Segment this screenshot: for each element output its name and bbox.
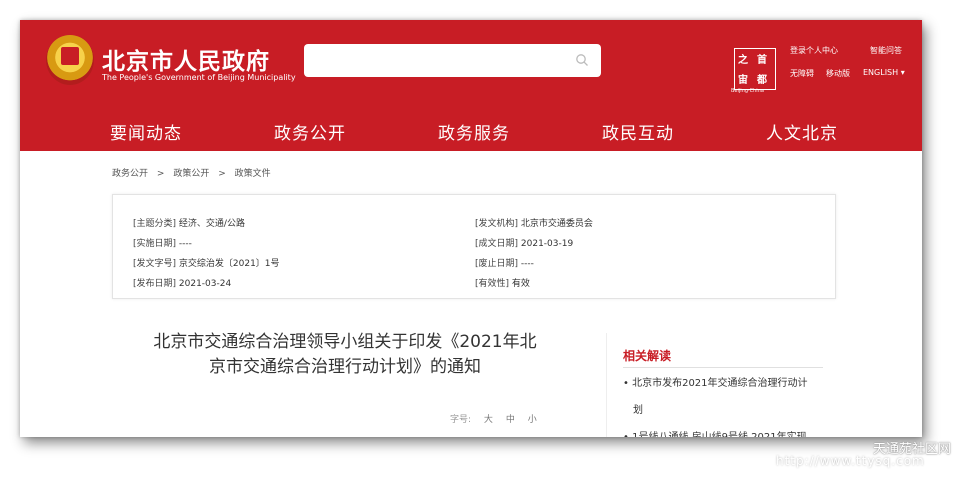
meta-key: [成文日期]	[475, 239, 519, 249]
meta-key: [发文机构]	[475, 219, 519, 229]
meta-value: 北京市交通委员会	[520, 219, 593, 229]
document-metadata-panel: [主题分类] 经济、交通/公路 [实施日期] ---- [发文字号] 京交综治发…	[112, 194, 836, 299]
breadcrumb-separator: >	[156, 169, 165, 179]
font-size-small-button[interactable]: 小	[528, 415, 537, 425]
font-size-large-button[interactable]: 大	[484, 415, 493, 425]
document-title-line: 北京市交通综合治理领导小组关于印发《2021年北	[153, 332, 537, 352]
nav-item-gov-affairs-open[interactable]: 政务公开	[274, 119, 346, 144]
font-size-medium-button[interactable]: 中	[506, 415, 515, 425]
accessibility-link[interactable]: 无障碍	[790, 68, 814, 79]
font-size-label: 字号:	[450, 415, 472, 425]
capital-logo-caption: Beijing·China	[731, 88, 764, 94]
smart-qa-link[interactable]: 智能问答	[870, 45, 902, 56]
meta-value: ----	[520, 259, 534, 269]
main-nav: 要闻动态 政务公开 政务服务 政民互动 人文北京	[20, 108, 922, 151]
browser-page: 北京市人民政府 The People's Government of Beiji…	[20, 20, 922, 437]
meta-effective-date: [实施日期] ----	[133, 236, 192, 249]
logo-char: 首	[757, 55, 767, 66]
meta-topic: [主题分类] 经济、交通/公路	[133, 216, 245, 229]
nav-item-culture[interactable]: 人文北京	[766, 119, 838, 144]
meta-key: [发文字号]	[133, 259, 177, 269]
capital-beijing-logo[interactable]: 之 首 宙 都	[734, 48, 776, 90]
meta-key: [废止日期]	[475, 259, 519, 269]
related-link[interactable]: • 北京市发布2021年交通综合治理行动计	[623, 370, 839, 397]
related-link[interactable]: • 1号线八通线 房山线9号线 2021年实现	[623, 424, 839, 437]
breadcrumb-current[interactable]: 政策文件	[235, 169, 271, 179]
meta-value: ----	[178, 239, 192, 249]
meta-key: [发布日期]	[133, 279, 177, 289]
nav-item-news[interactable]: 要闻动态	[110, 119, 182, 144]
document-title-line: 京市交通综合治理行动计划》的通知	[209, 357, 481, 377]
meta-issuer: [发文机构] 北京市交通委员会	[475, 216, 593, 229]
mobile-version-link[interactable]: 移动版	[826, 68, 850, 79]
meta-doc-number: [发文字号] 京交综治发〔2021〕1号	[133, 256, 280, 269]
breadcrumb-separator: >	[218, 169, 226, 179]
meta-value: 经济、交通/公路	[178, 219, 245, 229]
meta-key: [主题分类]	[133, 219, 177, 229]
nav-item-gov-services[interactable]: 政务服务	[438, 119, 510, 144]
related-title: 相关解读	[623, 349, 672, 363]
meta-value: 2021-03-19	[520, 239, 574, 249]
document-title: 北京市交通综合治理领导小组关于印发《2021年北 京市交通综合治理行动计划》的通…	[112, 330, 578, 380]
nav-item-interaction[interactable]: 政民互动	[602, 119, 674, 144]
logo-char: 都	[757, 75, 767, 86]
meta-key: [有效性]	[475, 279, 510, 289]
meta-value: 有效	[511, 279, 530, 289]
national-emblem-icon[interactable]	[46, 35, 94, 85]
breadcrumb: 政务公开 > 政策公开 > 政策文件	[112, 166, 277, 179]
login-link[interactable]: 登录个人中心	[790, 45, 838, 56]
english-dropdown[interactable]: ENGLISH ▾	[863, 68, 905, 77]
breadcrumb-link[interactable]: 政策公开	[173, 169, 209, 179]
breadcrumb-link[interactable]: 政务公开	[112, 169, 148, 179]
meta-publish-date: [发布日期] 2021-03-24	[133, 276, 231, 289]
meta-repeal-date: [废止日期] ----	[475, 256, 534, 269]
related-link-continued[interactable]: 划	[633, 397, 849, 424]
meta-validity: [有效性] 有效	[475, 276, 530, 289]
meta-written-date: [成文日期] 2021-03-19	[475, 236, 573, 249]
watermark-url: http://www.ttysq.com	[776, 454, 925, 468]
site-title[interactable]: 北京市人民政府	[102, 42, 270, 76]
related-interpretation-panel: 相关解读 • 北京市发布2021年交通综合治理行动计 划 • 1号线八通线 房山…	[606, 333, 837, 437]
logo-char: 之	[738, 55, 748, 66]
meta-value: 京交综治发〔2021〕1号	[178, 259, 280, 269]
site-subtitle: The People's Government of Beijing Munic…	[102, 73, 296, 82]
search-icon[interactable]	[575, 53, 589, 67]
site-header: 北京市人民政府 The People's Government of Beiji…	[20, 20, 922, 151]
divider	[623, 367, 823, 368]
search-input[interactable]	[304, 44, 601, 77]
logo-char: 宙	[738, 75, 748, 86]
meta-key: [实施日期]	[133, 239, 177, 249]
font-size-control: 字号: 大 中 小	[450, 412, 547, 425]
meta-value: 2021-03-24	[178, 279, 232, 289]
